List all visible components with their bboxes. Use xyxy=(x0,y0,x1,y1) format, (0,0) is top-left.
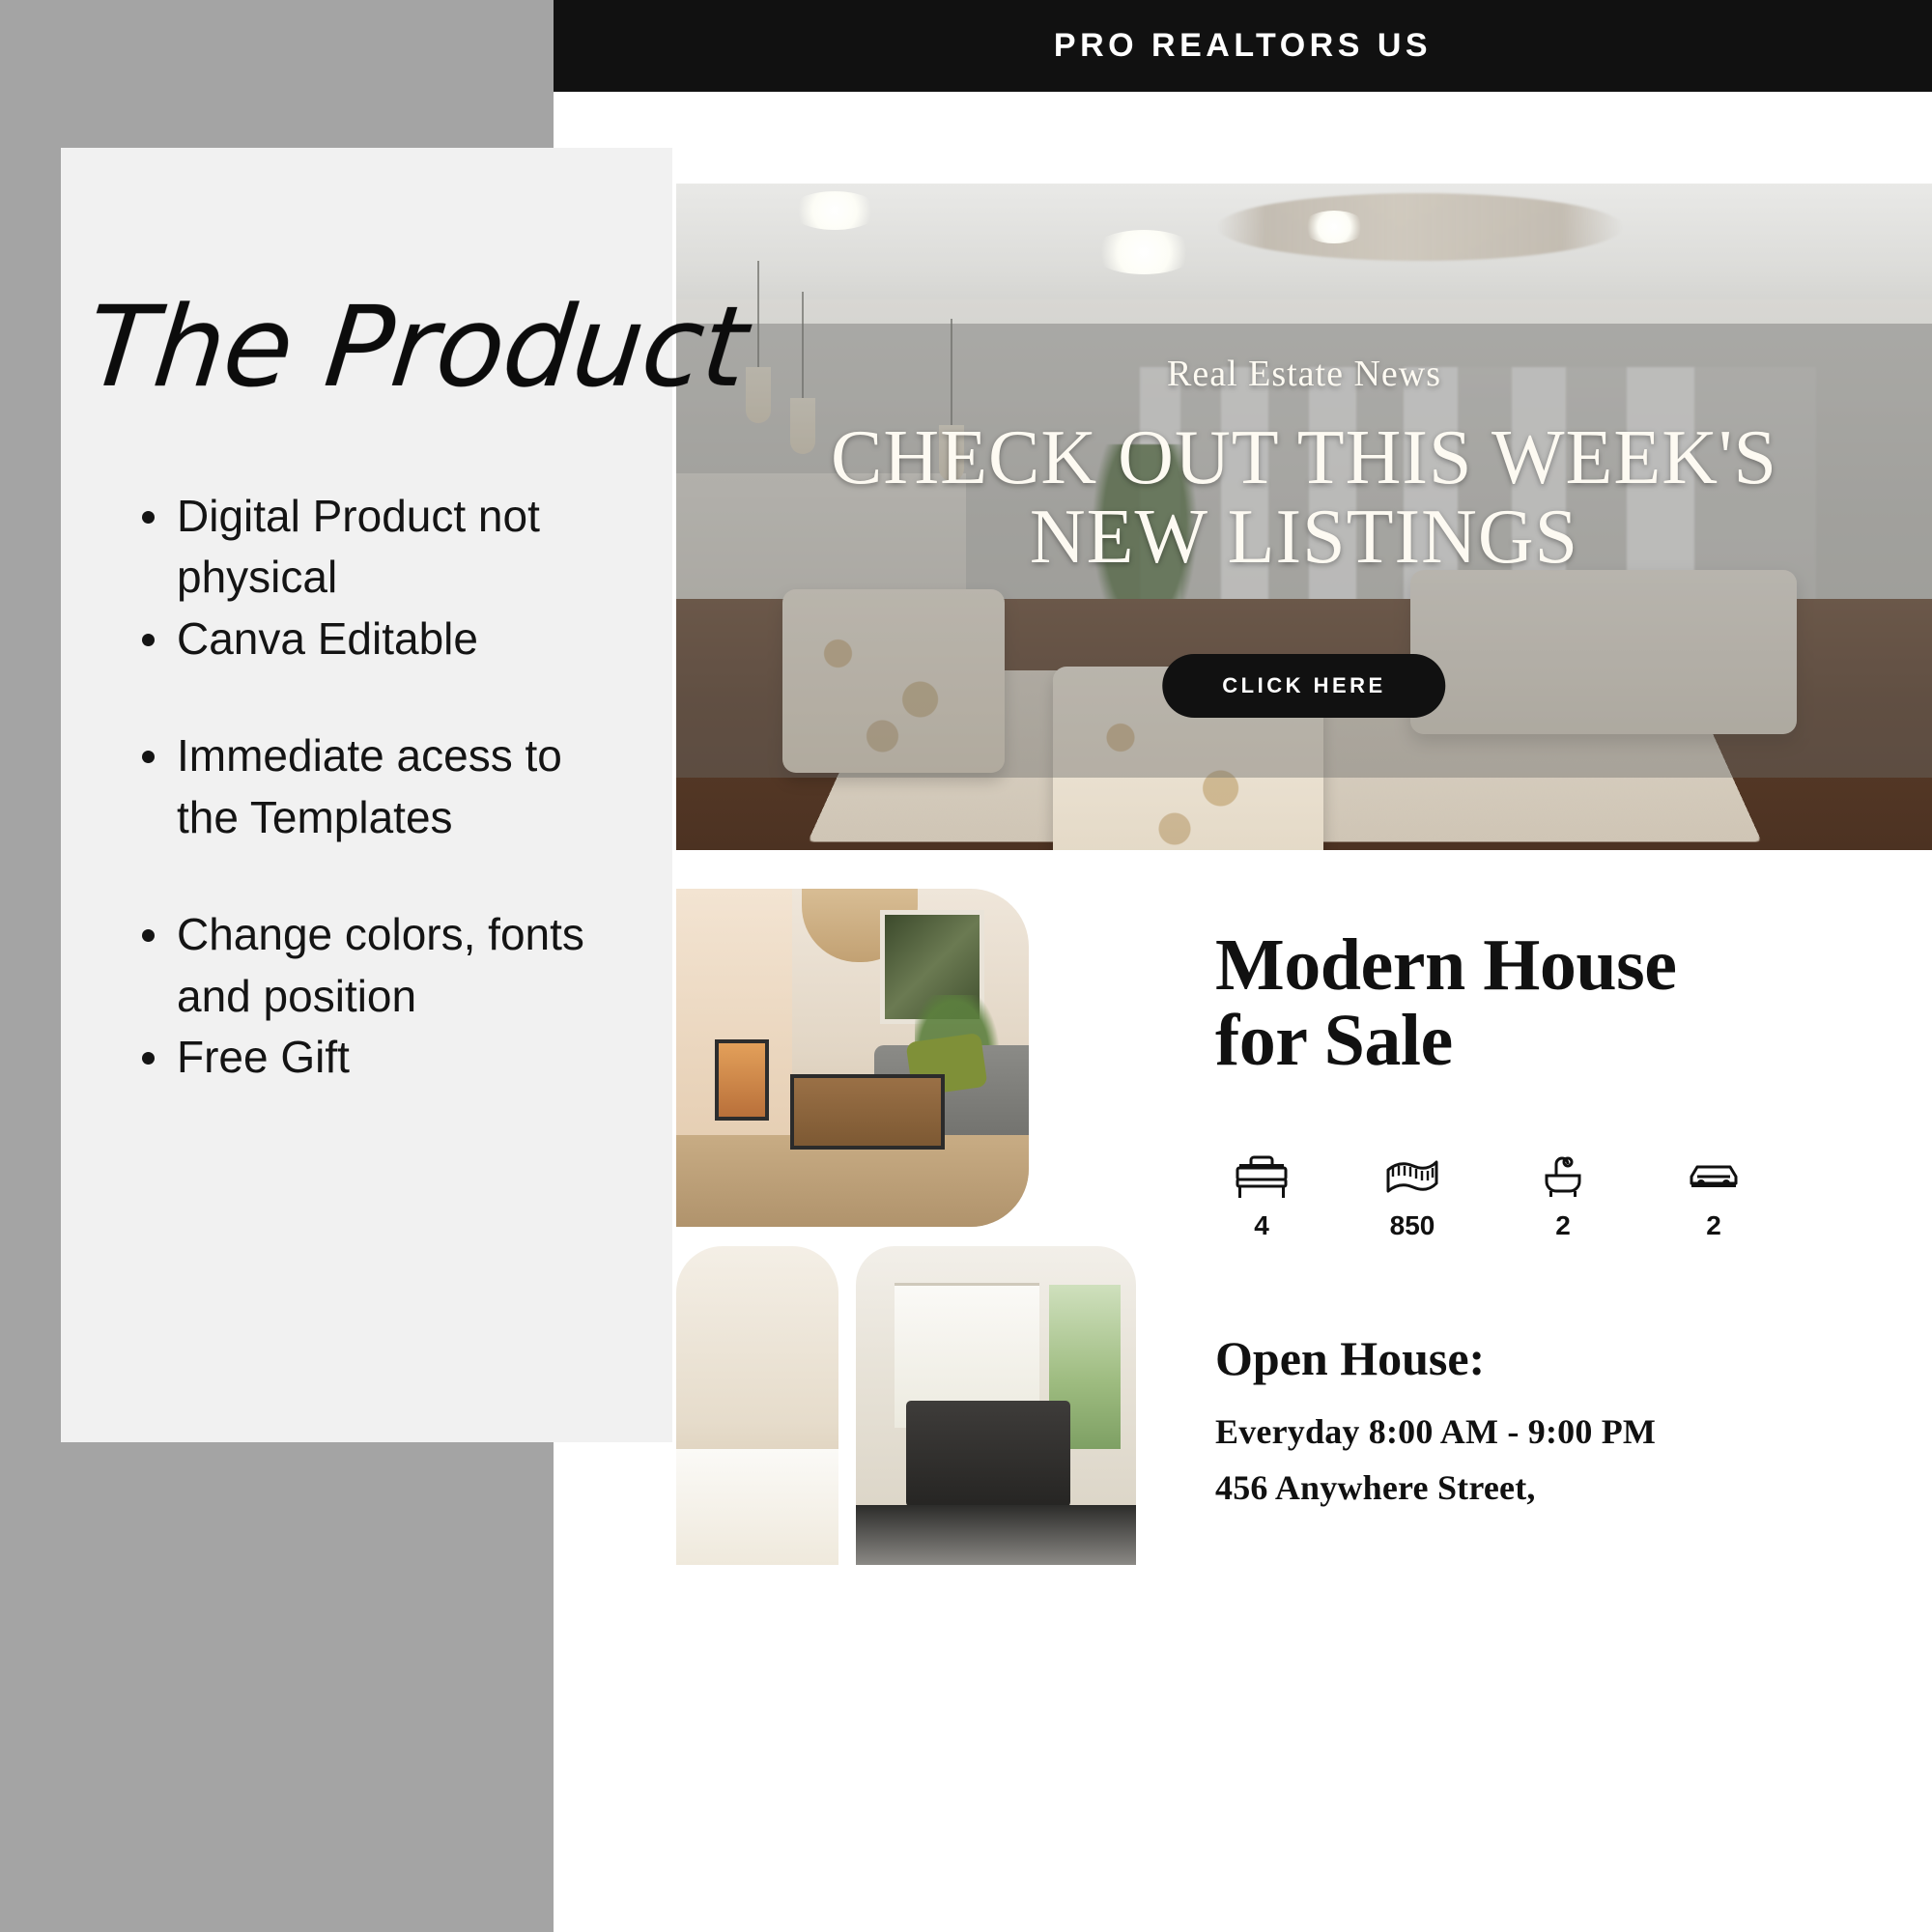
click-here-button[interactable]: CLICK HERE xyxy=(1162,654,1446,718)
hero-banner: Real Estate News CHECK OUT THIS WEEK'S N… xyxy=(676,184,1932,850)
listing-title-line-1: Modern House xyxy=(1215,924,1677,1006)
mockup-site-header: PRO REALTORS US xyxy=(554,0,1932,92)
car-icon xyxy=(1686,1147,1742,1201)
gallery-photo-living[interactable] xyxy=(856,1246,1136,1565)
feature-list-item: Digital Product not physical xyxy=(136,486,629,609)
open-house-hours: Everyday 8:00 AM - 9:00 PM xyxy=(1215,1411,1657,1451)
spec-value: 850 xyxy=(1389,1209,1435,1240)
hero-title-line-1: CHECK OUT THIS WEEK'S xyxy=(831,415,1777,500)
listing-gallery xyxy=(676,889,1140,1565)
spec-bathrooms: 2 xyxy=(1532,1147,1594,1241)
site-title: PRO REALTORS US xyxy=(1053,27,1433,64)
spec-value: 2 xyxy=(1555,1209,1571,1240)
feature-list-item: Immediate acess to the Templates xyxy=(136,725,629,848)
listing-title-line-2: for Sale xyxy=(1215,1000,1453,1082)
hero-kicker: Real Estate News xyxy=(1166,354,1442,394)
spec-value: 4 xyxy=(1254,1209,1269,1240)
hero-text-block: Real Estate News CHECK OUT THIS WEEK'S N… xyxy=(676,184,1932,850)
spec-parking: 2 xyxy=(1683,1147,1745,1241)
feature-list-item: Change colors, fonts and position xyxy=(136,904,629,1027)
open-house-label: Open House: xyxy=(1215,1330,1486,1385)
spec-bedrooms: 4 xyxy=(1231,1147,1293,1241)
open-house-address: 456 Anywhere Street, xyxy=(1215,1467,1536,1507)
page-title: The Product xyxy=(80,283,753,412)
feature-list-item: Canva Editable xyxy=(136,609,629,669)
bed-icon xyxy=(1234,1147,1290,1201)
bathtub-icon xyxy=(1535,1147,1591,1201)
gallery-photo-bedroom[interactable] xyxy=(676,1246,838,1565)
hero-title-line-2: NEW LISTINGS xyxy=(1029,495,1579,581)
poster-canvas: PRO REALTORS US Real Estate News CHECK O… xyxy=(0,0,1932,1932)
feature-list-item: Free Gift xyxy=(136,1027,629,1088)
listing-specs: 4 850 2 2 xyxy=(1215,1147,1932,1241)
product-feature-list: Digital Product not physical Canva Editab… xyxy=(61,486,672,1089)
gallery-photo-row xyxy=(676,1246,1136,1565)
measuring-tape-icon xyxy=(1384,1147,1440,1201)
mockup-page: PRO REALTORS US Real Estate News CHECK O… xyxy=(554,0,1932,1932)
spec-area: 850 xyxy=(1381,1147,1443,1241)
gallery-photo-main[interactable] xyxy=(676,889,1029,1227)
spec-value: 2 xyxy=(1706,1209,1721,1240)
product-info-panel: The Product Digital Product not physical… xyxy=(61,148,753,1442)
listing-details: Modern House for Sale 4 850 2 2 Open Hou… xyxy=(1215,927,1932,1508)
